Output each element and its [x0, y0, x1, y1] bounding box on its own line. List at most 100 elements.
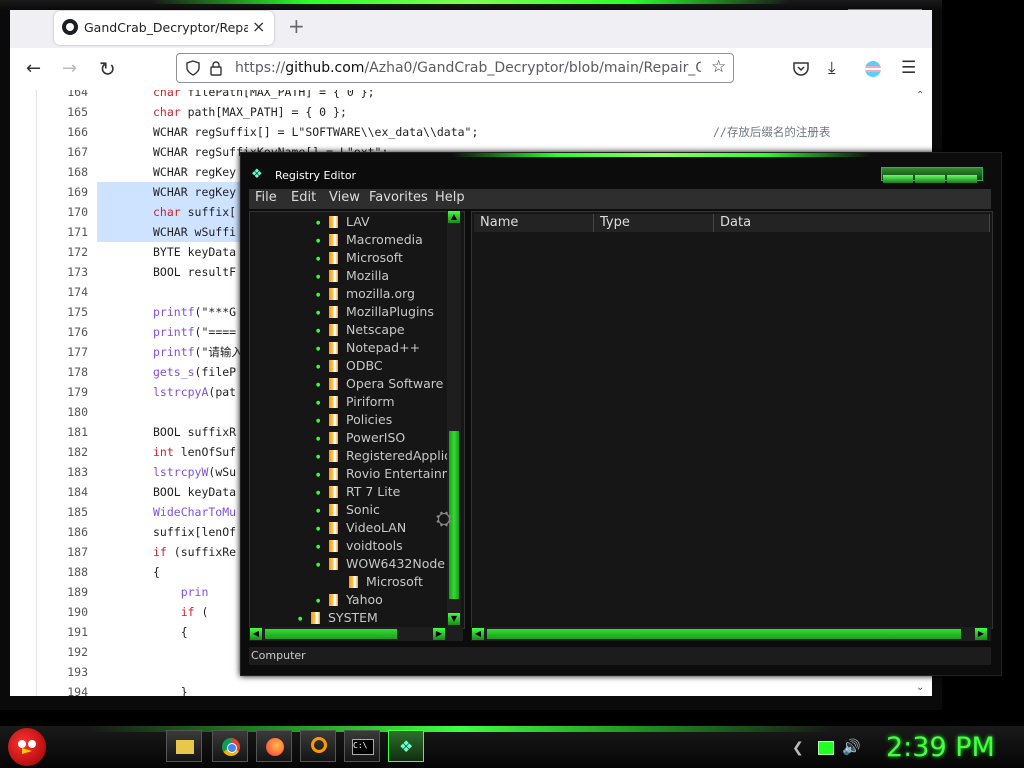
- pocket-icon[interactable]: [792, 61, 810, 77]
- taskbar-clock[interactable]: 2:39 PM: [886, 732, 995, 763]
- forward-button[interactable]: →: [62, 58, 77, 79]
- terminal-icon[interactable]: C:\: [344, 730, 380, 762]
- menu-file[interactable]: File: [255, 190, 277, 205]
- tray-expand-icon[interactable]: ❮: [792, 740, 804, 756]
- menu-edit[interactable]: Edit: [291, 190, 316, 205]
- volume-icon[interactable]: 🔊: [842, 738, 861, 756]
- registry-tree[interactable]: ● LAV ● Macromedia ● Microsoft ● Mozilla ● mozill…: [249, 211, 465, 629]
- expand-icon[interactable]: ●: [316, 358, 320, 376]
- code-text: suffix[lenOf: [153, 525, 237, 539]
- search-tool-icon[interactable]: [300, 730, 336, 762]
- bird-eye: [18, 740, 26, 748]
- line-number: 193: [67, 665, 88, 679]
- scroll-left-icon[interactable]: ◀: [250, 628, 262, 640]
- line-number: 167: [67, 145, 88, 159]
- expand-icon[interactable]: ●: [298, 610, 302, 628]
- folder-icon: [329, 288, 338, 300]
- line-number: 194: [67, 685, 88, 696]
- expand-icon[interactable]: ●: [316, 232, 320, 250]
- tab-active[interactable]: GandCrab_Decryptor/Repair_Ga ×: [54, 11, 274, 45]
- tree-hscroll-thumb[interactable]: [265, 629, 397, 639]
- expand-icon[interactable]: ●: [316, 592, 320, 610]
- regedit-icon[interactable]: ❖: [388, 730, 424, 762]
- github-icon: [62, 19, 78, 35]
- scroll-right-icon[interactable]: ▶: [433, 628, 445, 640]
- file-explorer-icon[interactable]: [166, 730, 202, 762]
- expand-icon[interactable]: ●: [316, 268, 320, 286]
- expand-icon[interactable]: ●: [316, 520, 320, 538]
- expand-icon[interactable]: ●: [316, 340, 320, 358]
- expand-icon[interactable]: ●: [316, 448, 320, 466]
- expand-icon[interactable]: ●: [316, 214, 320, 232]
- window-title: Registry Editor: [275, 169, 357, 182]
- column-data[interactable]: Data: [714, 214, 990, 232]
- line-number: 180: [67, 405, 88, 419]
- expand-icon[interactable]: ●: [316, 556, 320, 574]
- scroll-up-icon[interactable]: ⌃: [916, 90, 924, 101]
- registry-editor-window: ❖ Registry Editor File Edit View Favorit…: [240, 152, 1002, 676]
- line-number: 164: [67, 90, 88, 99]
- code-text: printf("====: [153, 325, 237, 339]
- list-hscroll-thumb[interactable]: [487, 629, 961, 639]
- line-number: 182: [67, 445, 88, 459]
- folder-icon: [329, 378, 338, 390]
- shield-icon[interactable]: [185, 60, 201, 76]
- tree-hscrollbar[interactable]: ◀ ▶: [249, 627, 463, 641]
- new-tab-button[interactable]: +: [288, 14, 305, 38]
- tree-node-label: Rovio Entertainm: [346, 466, 454, 481]
- scroll-left-icon[interactable]: ◀: [472, 628, 484, 640]
- scroll-right-icon[interactable]: ▶: [975, 628, 987, 640]
- back-button[interactable]: ←: [26, 58, 41, 79]
- chrome-icon[interactable]: [212, 730, 248, 762]
- start-button-angry-bird-icon[interactable]: [8, 728, 46, 766]
- expand-icon[interactable]: ●: [316, 250, 320, 268]
- values-list[interactable]: Name Type Data: [471, 211, 993, 629]
- menu-icon[interactable]: ☰: [901, 58, 916, 78]
- scroll-up-icon[interactable]: ▲: [448, 211, 460, 223]
- firefox-icon[interactable]: [256, 730, 292, 762]
- account-avatar[interactable]: [865, 61, 881, 77]
- expand-icon[interactable]: ●: [316, 538, 320, 556]
- reload-button[interactable]: ↻: [99, 57, 116, 81]
- bookmark-star-icon[interactable]: ☆: [711, 57, 726, 77]
- line-number: 177: [67, 345, 88, 359]
- tree-scrollbar[interactable]: ▲ ▼: [447, 211, 461, 627]
- url-text[interactable]: https://github.com/Azha0/GandCrab_Decryp…: [235, 60, 701, 76]
- tree-node-label: Policies: [346, 412, 393, 427]
- line-number: 171: [67, 225, 88, 239]
- menu-help[interactable]: Help: [435, 190, 465, 205]
- code-line: 194 }: [10, 682, 890, 696]
- expand-icon[interactable]: ●: [316, 484, 320, 502]
- tab-close-button[interactable]: ×: [252, 17, 265, 36]
- expand-icon[interactable]: ●: [316, 286, 320, 304]
- url-bar[interactable]: https://github.com/Azha0/GandCrab_Decryp…: [176, 53, 734, 83]
- list-hscrollbar[interactable]: ◀ ▶: [471, 627, 991, 641]
- network-icon[interactable]: [818, 741, 834, 755]
- expand-icon[interactable]: ●: [316, 394, 320, 412]
- window-controls[interactable]: [881, 167, 983, 183]
- download-icon[interactable]: ⤓: [828, 58, 836, 78]
- frame-glow: [150, 0, 790, 4]
- expand-icon[interactable]: ●: [316, 376, 320, 394]
- expand-icon[interactable]: ●: [316, 430, 320, 448]
- lock-icon[interactable]: [209, 60, 223, 76]
- expand-icon[interactable]: ●: [316, 304, 320, 322]
- column-name[interactable]: Name: [474, 214, 594, 232]
- expand-icon[interactable]: ●: [316, 322, 320, 340]
- menu-favorites[interactable]: Favorites: [369, 190, 428, 205]
- tree-node-label: VideoLAN: [346, 520, 407, 535]
- menu-view[interactable]: View: [329, 190, 360, 205]
- scroll-down-icon[interactable]: ⌄: [916, 682, 924, 693]
- scroll-down-icon[interactable]: ▼: [448, 613, 460, 625]
- folder-icon: [329, 360, 338, 372]
- folder-icon: [329, 594, 338, 606]
- expand-icon[interactable]: ●: [316, 466, 320, 484]
- column-type[interactable]: Type: [594, 214, 714, 232]
- expand-icon[interactable]: ●: [316, 412, 320, 430]
- line-number: 190: [67, 605, 88, 619]
- tree-node-label: WOW6432Node: [346, 556, 445, 571]
- line-number: 192: [67, 645, 88, 659]
- frame-glow: [451, 153, 871, 157]
- code-text: BOOL keyData: [153, 485, 237, 499]
- expand-icon[interactable]: ●: [316, 502, 320, 520]
